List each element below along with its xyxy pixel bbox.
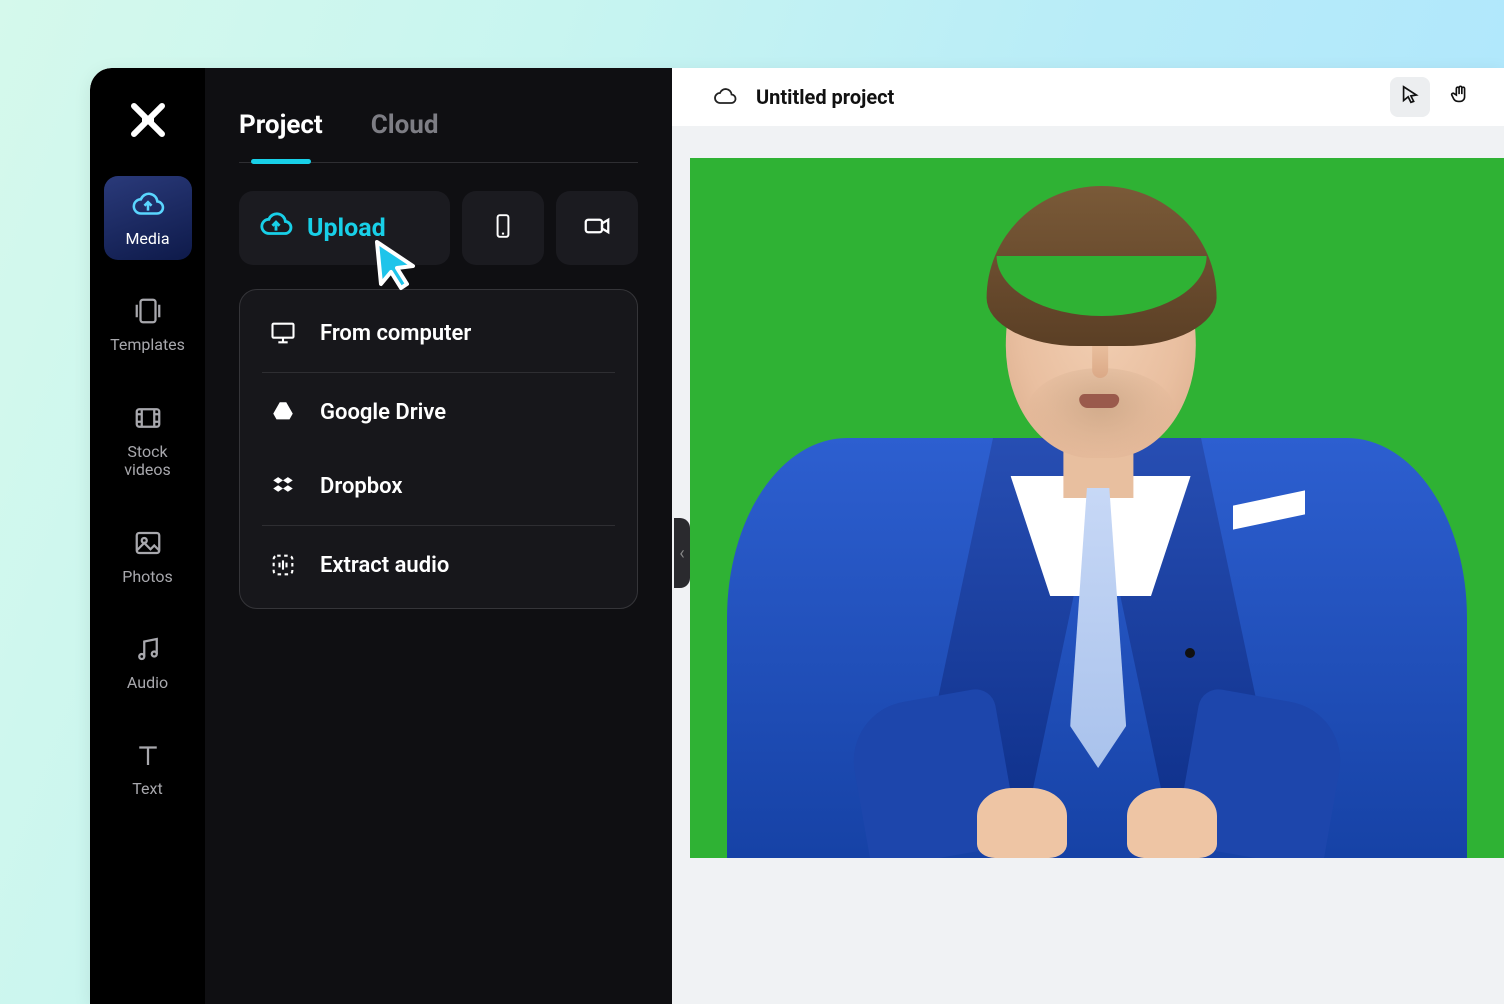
cloud-sync-icon[interactable] [712,84,738,110]
google-drive-icon [268,397,298,427]
dropdown-item-label: Dropbox [320,474,403,499]
templates-icon [131,294,165,328]
extract-audio-icon [268,550,298,580]
panel-collapse-handle[interactable]: ‹ [674,518,690,588]
dropdown-item-label: Google Drive [320,400,446,425]
dropbox-icon [268,471,298,501]
upload-button-label: Upload [307,214,386,243]
right-panel: Untitled project [672,68,1504,1004]
cursor-icon [1399,84,1421,110]
iconbar-item-audio[interactable]: Audio [104,620,192,704]
dropdown-dropbox[interactable]: Dropbox [240,449,637,523]
tab-cloud[interactable]: Cloud [371,92,439,162]
tab-project[interactable]: Project [239,92,323,162]
media-tabs: Project Cloud [239,92,638,163]
dropdown-item-label: Extract audio [320,553,449,578]
app-window: Media Templates Stock [90,68,1504,1004]
left-dark-panel: Media Templates Stock [90,68,672,1004]
dropdown-from-computer[interactable]: From computer [240,296,637,370]
project-title[interactable]: Untitled project [756,85,1372,109]
text-icon [131,738,165,772]
hand-tool-button[interactable] [1440,77,1480,117]
iconbar-item-label: Templates [110,336,185,354]
canvas-area[interactable] [672,126,1504,1004]
iconbar-item-label: Text [132,780,162,798]
iconbar-item-media[interactable]: Media [104,176,192,260]
iconbar-item-text[interactable]: Text [104,726,192,810]
camera-icon [580,211,614,245]
greenscreen-video-preview[interactable] [690,158,1504,858]
cloud-upload-icon [259,208,293,249]
dropdown-google-drive[interactable]: Google Drive [240,375,637,449]
record-camera-button[interactable] [556,191,638,265]
iconbar-item-label: Stock videos [104,443,192,480]
media-column: Project Cloud Upload [205,68,672,1004]
top-bar: Untitled project [672,68,1504,126]
dropdown-item-label: From computer [320,321,471,346]
iconbar-item-label: Media [125,230,169,248]
upload-from-phone-button[interactable] [462,191,544,265]
dropdown-extract-audio[interactable]: Extract audio [240,528,637,602]
iconbar-item-photos[interactable]: Photos [104,514,192,598]
phone-icon [490,209,516,247]
upload-button[interactable]: Upload [239,191,450,265]
upload-row: Upload [239,191,638,265]
iconbar-item-label: Audio [127,674,168,692]
person-illustration [727,188,1467,858]
iconbar-item-label: Photos [122,568,173,586]
canvas-tool-group [1390,77,1480,117]
tool-iconbar: Media Templates Stock [90,68,205,1004]
cloud-upload-icon [131,188,165,222]
divider [262,372,615,373]
film-icon [131,401,165,435]
chevron-left-icon: ‹ [679,543,684,564]
iconbar-item-templates[interactable]: Templates [104,282,192,366]
iconbar-item-stock-videos[interactable]: Stock videos [104,389,192,492]
hand-icon [1449,84,1471,110]
monitor-icon [268,318,298,348]
select-tool-button[interactable] [1390,77,1430,117]
app-logo [128,100,168,140]
divider [262,525,615,526]
upload-dropdown: From computer Google Drive [239,289,638,609]
music-icon [131,632,165,666]
image-icon [131,526,165,560]
